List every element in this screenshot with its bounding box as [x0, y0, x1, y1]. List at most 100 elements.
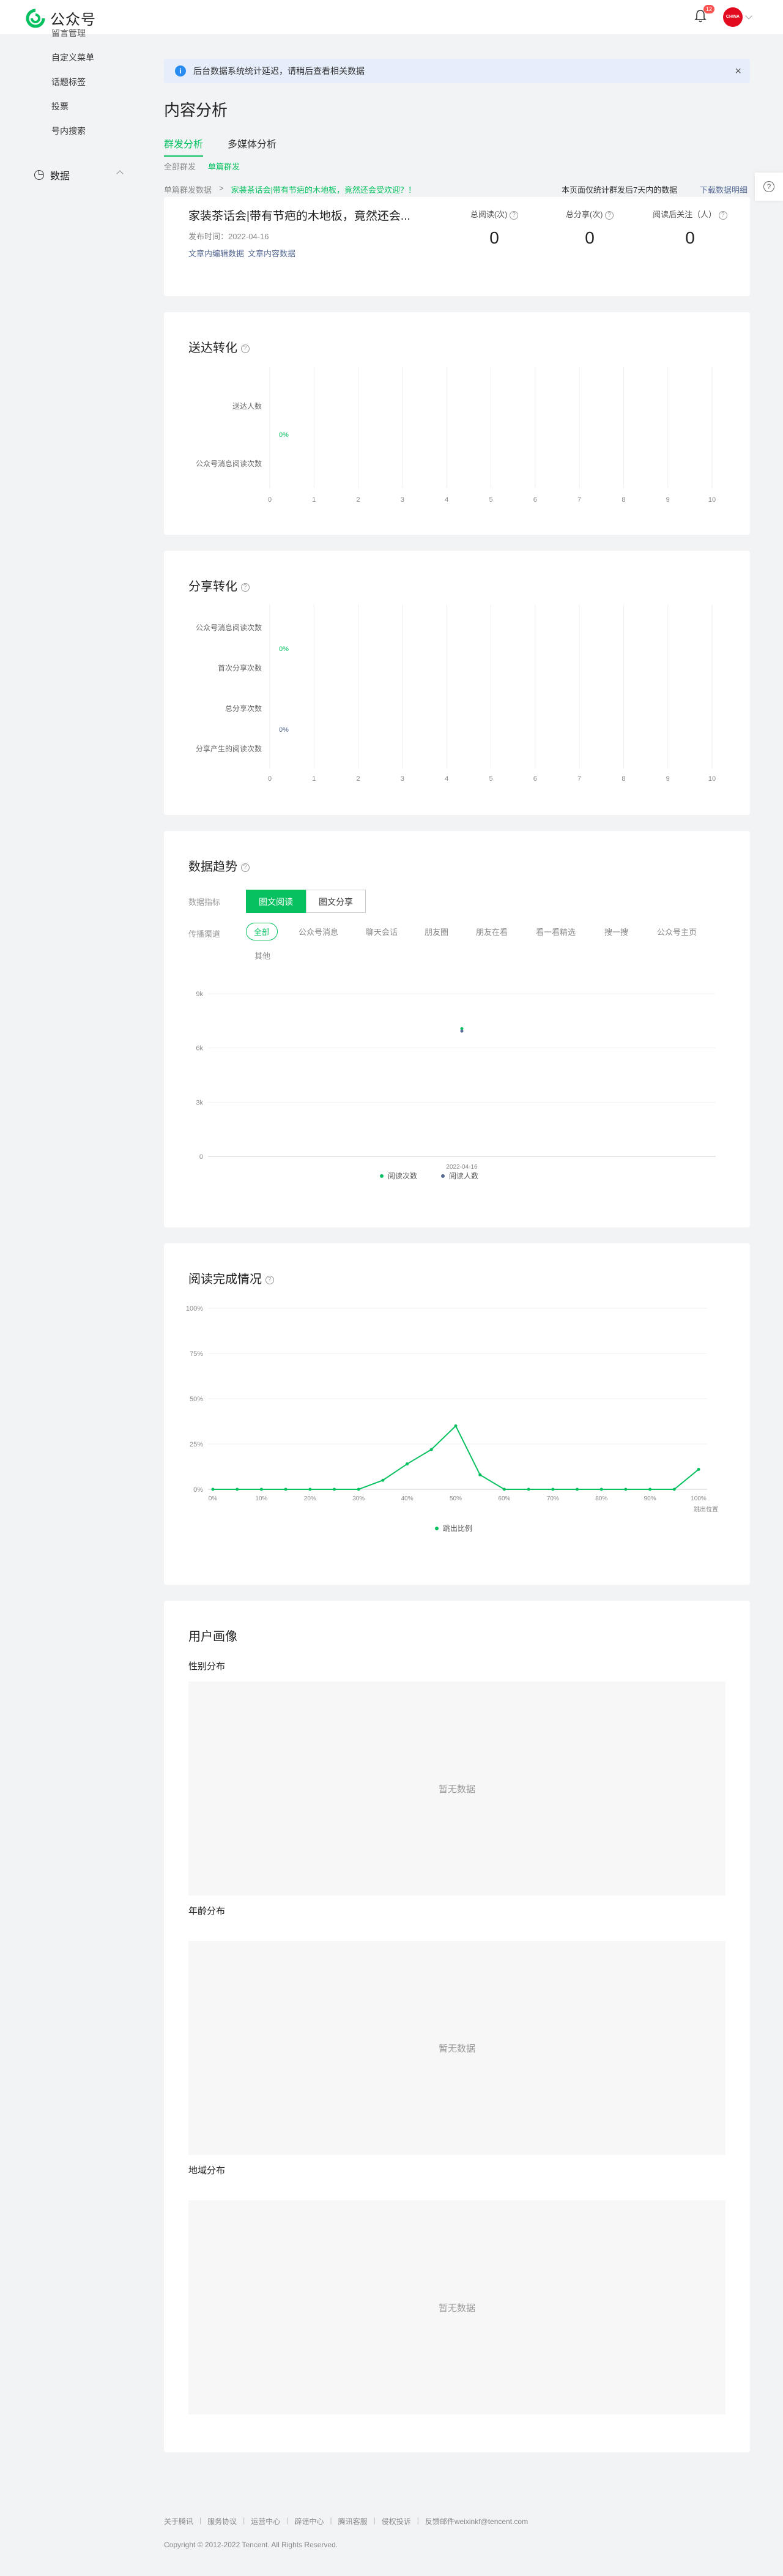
- delivery-funnel-chart: 送达人数 公众号消息阅读次数 0% 0 1 2 3 4 5 6 7 8 9 10: [196, 367, 716, 504]
- footer-link[interactable]: 运营中心: [251, 2516, 280, 2526]
- x-tick-label: 10: [708, 496, 716, 504]
- region-chart-empty: 暂无数据: [188, 2200, 725, 2414]
- footer-link[interactable]: 腾讯客服: [338, 2516, 368, 2526]
- funnel-row-label: 首次分享次数: [218, 663, 262, 672]
- completion-line-chart: 0% 25% 50% 75% 100% 0% 10% 20% 30% 40% 50% 60% 70% 80…: [186, 1305, 718, 1533]
- channel-chip[interactable]: 看一看精选: [536, 926, 576, 937]
- info-icon: i: [175, 65, 186, 76]
- channel-chip[interactable]: 其他: [254, 950, 270, 961]
- tab-group-send[interactable]: 群发分析: [164, 136, 204, 157]
- x-tick-label: 8: [622, 496, 625, 504]
- metric-value: 0: [685, 228, 695, 247]
- series-line: [213, 1424, 699, 1490]
- channel-chip[interactable]: 公众号消息: [299, 926, 338, 937]
- channel-chip[interactable]: 公众号主页: [657, 926, 697, 937]
- channel-chip[interactable]: 聊天会话: [366, 926, 398, 937]
- metric-share-button[interactable]: 图文分享: [306, 890, 366, 913]
- question-icon[interactable]: ?: [510, 210, 519, 220]
- article-date: 发布时间：2022-04-16: [188, 232, 269, 241]
- channel-chip[interactable]: 朋友圈: [425, 926, 448, 937]
- sidebar-item-topic-tags[interactable]: 话题标签: [51, 76, 86, 88]
- tab-media[interactable]: 多媒体分析: [228, 136, 276, 157]
- funnel-pct: 0%: [279, 431, 289, 439]
- data-point: [648, 1487, 652, 1491]
- card-title: 数据趋势 ?: [188, 857, 250, 874]
- question-icon[interactable]: ?: [605, 210, 614, 220]
- x-tick-label: 50%: [450, 1495, 462, 1502]
- share-funnel-chart: 公众号消息阅读次数 首次分享次数 总分享次数 分享产生的阅读次数 0% 0% 0…: [196, 605, 716, 783]
- metric-label: 总分享(次): [565, 210, 603, 219]
- sidebar-item-search[interactable]: 号内搜索: [51, 125, 86, 137]
- question-icon[interactable]: ?: [240, 344, 250, 353]
- metric-follows-after-read: 阅读后关注（人） ? 0: [635, 208, 745, 248]
- sidebar-group-data[interactable]: 数据: [34, 168, 127, 182]
- download-link[interactable]: 下载数据明细: [700, 184, 748, 195]
- x-tick-label: 0: [268, 775, 272, 783]
- x-tick-label: 7: [577, 496, 581, 504]
- sidebar-item-custom-menu[interactable]: 自定义菜单: [51, 51, 94, 64]
- footer-link[interactable]: 关于腾讯: [164, 2516, 193, 2526]
- page-title: 内容分析: [164, 101, 228, 119]
- x-tick-label: 40%: [401, 1495, 414, 1502]
- card-title-text: 数据趋势: [188, 860, 237, 874]
- question-icon[interactable]: ?: [718, 210, 727, 220]
- top-bar: 公众号 12 CHINA: [0, 0, 783, 34]
- article-links: 文章内编辑数据 文章内容数据: [188, 247, 299, 259]
- footer-link[interactable]: 侵权投诉: [382, 2516, 411, 2526]
- chevron-up-icon[interactable]: [116, 170, 124, 177]
- close-icon[interactable]: ×: [735, 65, 741, 78]
- sidebar-group-label: 数据: [50, 171, 70, 182]
- channel-chip[interactable]: 全部: [246, 923, 278, 940]
- question-icon[interactable]: ?: [240, 583, 250, 592]
- y-tick-label: 50%: [190, 1396, 203, 1403]
- footer-link[interactable]: 服务协议: [207, 2516, 237, 2526]
- x-tick-label: 9: [666, 775, 670, 783]
- empty-text: 暂无数据: [438, 2043, 475, 2054]
- gender-chart-empty: 暂无数据: [188, 1681, 725, 1896]
- breadcrumb-separator: >: [219, 184, 224, 193]
- data-point: [599, 1487, 603, 1491]
- trend-card: 数据趋势 ? 数据指标 图文阅读 图文分享 传播渠道 全部 公众号消息 聊天会话…: [164, 831, 750, 1227]
- metric-total-shares: 总分享(次) ? 0: [547, 208, 633, 248]
- sub-tabs: 全部群发 单篇群发: [164, 160, 252, 172]
- subtab-single[interactable]: 单篇群发: [208, 160, 240, 172]
- data-point: [429, 1448, 433, 1451]
- notice-banner: i 后台数据系统统计延迟，请稍后查看相关数据 ×: [164, 59, 750, 83]
- breadcrumb-parent[interactable]: 单篇群发数据: [164, 184, 212, 195]
- article-content-data-link[interactable]: 文章内容数据: [248, 249, 295, 258]
- channel-chip[interactable]: 朋友在看: [476, 926, 508, 937]
- question-icon[interactable]: ?: [265, 1275, 274, 1284]
- footer-links: 关于腾讯 | 服务协议 | 运营中心 | 辟谣中心 | 腾讯客服 | 侵权投诉 | 反馈邮件…: [164, 2516, 529, 2526]
- metric-label: 阅读后关注（人）: [653, 210, 717, 219]
- data-point: [284, 1487, 288, 1491]
- logo[interactable]: 公众号: [26, 7, 96, 29]
- data-point: [333, 1487, 336, 1491]
- y-tick-label: 3k: [196, 1099, 203, 1106]
- channel-chip[interactable]: 搜一搜: [604, 926, 628, 937]
- metric-value: 0: [585, 228, 595, 247]
- x-tick-label: 100%: [691, 1495, 707, 1502]
- article-edit-data-link[interactable]: 文章内编辑数据: [188, 249, 244, 258]
- footer-link[interactable]: 反馈邮件weixinkf@tencent.com: [425, 2516, 528, 2526]
- avatar[interactable]: CHINA: [723, 7, 743, 27]
- metric-value: 0: [489, 228, 499, 247]
- subtab-all[interactable]: 全部群发: [164, 160, 196, 172]
- funnel-row-label: 送达人数: [232, 401, 262, 411]
- data-point: [672, 1487, 676, 1491]
- y-tick-label: 25%: [190, 1441, 203, 1448]
- notice-text: 后台数据系统统计延迟，请稍后查看相关数据: [193, 66, 365, 76]
- breadcrumb: 单篇群发数据 > 家装茶话会|带有节疤的木地板，竟然还会受欢迎？！: [164, 184, 416, 195]
- sidebar-item-vote[interactable]: 投票: [51, 100, 69, 113]
- x-tick-label: 5: [489, 496, 492, 504]
- funnel-row-label: 公众号消息阅读次数: [196, 459, 262, 468]
- card-title-text: 分享转化: [188, 580, 237, 594]
- help-button[interactable]: ?: [755, 173, 783, 201]
- chevron-down-icon[interactable]: [745, 12, 752, 20]
- x-tick-label: 3: [401, 775, 404, 783]
- footer-link[interactable]: 辟谣中心: [294, 2516, 324, 2526]
- article-title[interactable]: 家装茶话会|带有节疤的木地板，竟然还会...: [188, 207, 433, 223]
- data-point: [211, 1487, 215, 1491]
- question-icon[interactable]: ?: [240, 863, 250, 872]
- metric-read-button[interactable]: 图文阅读: [246, 890, 306, 913]
- sidebar-item-partial[interactable]: 留言管理: [51, 29, 86, 37]
